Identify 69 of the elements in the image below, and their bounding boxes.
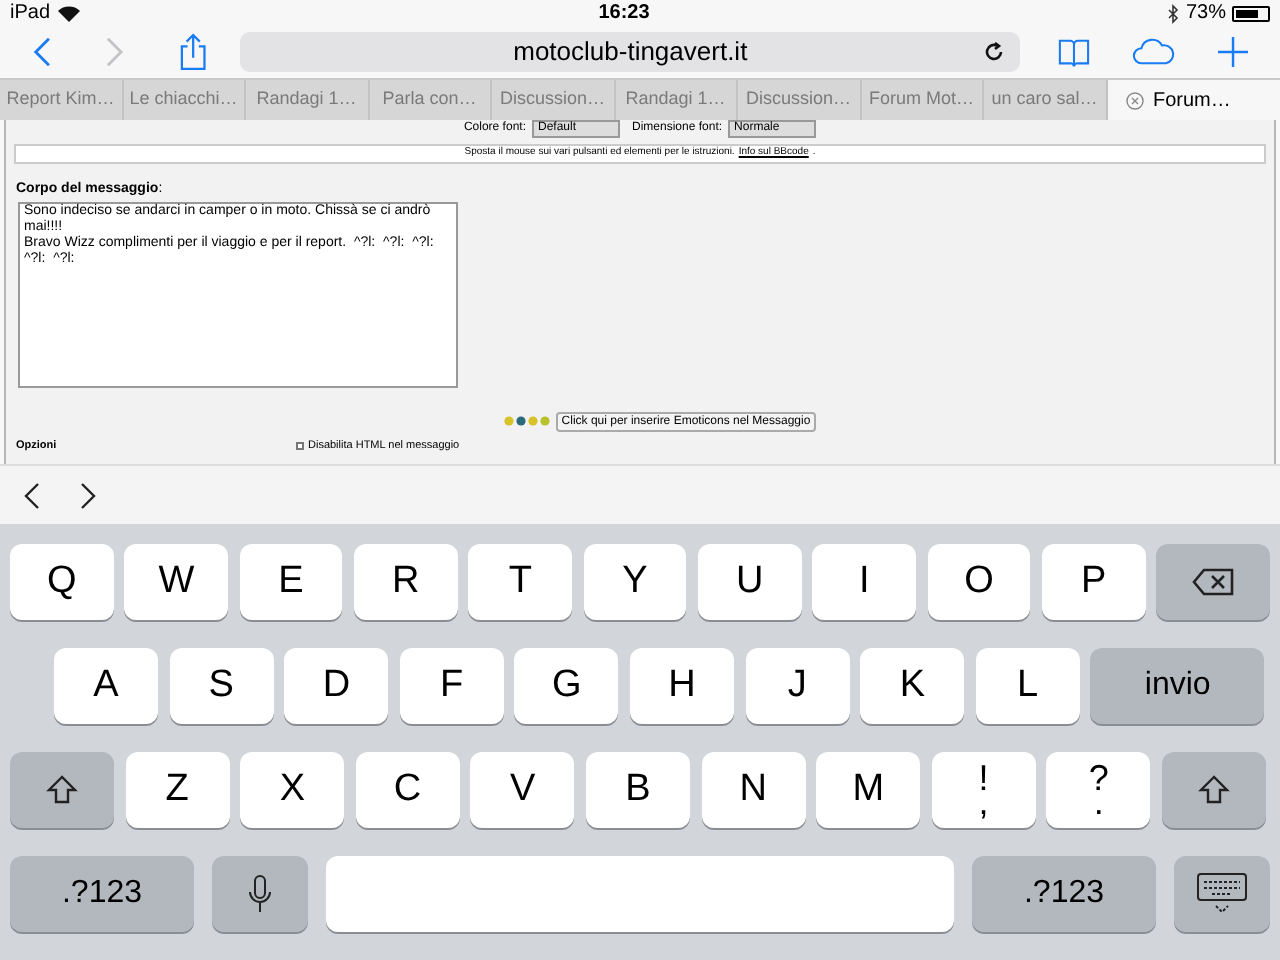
key[interactable]: P	[1041, 544, 1146, 620]
key[interactable]: ? .	[1046, 752, 1151, 828]
key[interactable]: J	[745, 648, 850, 724]
book-icon[interactable]	[1058, 37, 1091, 67]
clock: 16:23	[598, 0, 650, 28]
key[interactable]: W	[124, 544, 229, 620]
key[interactable]: M	[816, 752, 921, 828]
tab-label: Report Kim…	[6, 86, 115, 113]
tab-label: Le chiacchi…	[129, 86, 238, 113]
tab-label: Forum…	[1153, 87, 1231, 115]
key[interactable]: L	[975, 648, 1080, 724]
tab-label: Forum Mot…	[868, 86, 974, 113]
bluetooth-icon	[1167, 3, 1180, 23]
key[interactable]: S	[169, 648, 274, 724]
key[interactable]: ! ,	[931, 752, 1036, 828]
tab-label: Discussion…	[745, 86, 851, 113]
checkbox[interactable]	[296, 441, 304, 450]
key[interactable]: T	[468, 544, 573, 620]
key[interactable]: D	[284, 648, 389, 724]
tab-label: Randagi 1…	[256, 86, 357, 113]
tab-label: Parla con…	[382, 86, 477, 113]
key[interactable]: R	[353, 544, 458, 620]
key[interactable]: Q	[10, 544, 114, 620]
shift-icon	[1197, 774, 1230, 806]
key[interactable]: H	[629, 648, 734, 724]
return-key[interactable]: invio	[1090, 648, 1265, 724]
key[interactable]: Y	[583, 544, 687, 620]
browser-tab[interactable]: Forum…	[1107, 80, 1280, 120]
key[interactable]: U	[697, 544, 802, 620]
cloud-icon[interactable]	[1132, 38, 1176, 66]
shift-icon	[46, 774, 78, 806]
backspace-icon	[1191, 568, 1236, 596]
shift-key[interactable]	[10, 752, 114, 828]
key[interactable]: X	[240, 752, 345, 828]
microphone-icon	[248, 874, 272, 914]
backspace-key[interactable]	[1156, 544, 1270, 620]
close-icon[interactable]	[1125, 91, 1143, 109]
battery-icon	[1231, 5, 1270, 21]
battery-percentage: 73%	[1185, 0, 1226, 28]
key[interactable]: B	[585, 752, 690, 828]
device-name: iPad	[10, 0, 51, 28]
key[interactable]: F	[399, 648, 504, 724]
wifi-icon	[58, 5, 81, 21]
tab-label: un caro sal…	[991, 86, 1098, 113]
tab-label: Randagi 1…	[625, 86, 726, 113]
key[interactable]: A	[54, 648, 158, 724]
key[interactable]: V	[470, 752, 575, 828]
key[interactable]: E	[239, 544, 343, 620]
keyboard-icon	[1196, 872, 1248, 916]
key[interactable]: N	[701, 752, 806, 828]
previous-icon[interactable]	[24, 481, 40, 509]
symbols-key[interactable]: .?123	[10, 856, 194, 932]
key[interactable]: C	[355, 752, 460, 828]
key[interactable]: I	[812, 544, 917, 620]
address-bar[interactable]: motoclub-tingavert.it	[239, 32, 1021, 72]
back-icon[interactable]	[32, 36, 51, 68]
symbols-key[interactable]: .?123	[972, 856, 1156, 932]
plus-icon[interactable]	[1217, 36, 1248, 68]
reload-icon[interactable]	[984, 42, 1005, 62]
tab-label: Discussion…	[499, 86, 605, 113]
key[interactable]: O	[927, 544, 1031, 620]
key[interactable]: G	[514, 648, 619, 724]
shift-key[interactable]	[1161, 752, 1266, 828]
hide-keyboard-key[interactable]	[1174, 856, 1270, 932]
key[interactable]: Z	[125, 752, 230, 828]
key[interactable]: K	[860, 648, 965, 724]
share-icon[interactable]	[179, 32, 206, 72]
next-icon[interactable]	[80, 481, 96, 509]
dictation-key[interactable]	[212, 856, 308, 932]
